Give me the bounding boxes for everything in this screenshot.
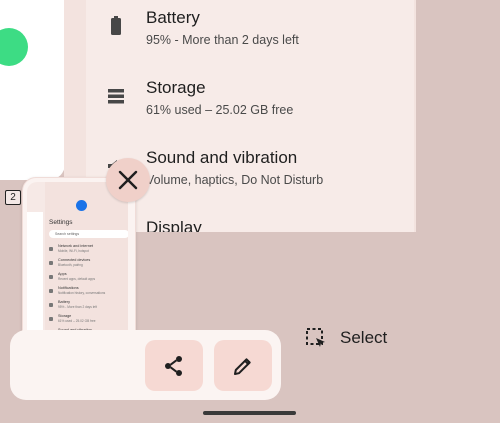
- recent-app-card-left[interactable]: [0, 0, 65, 180]
- thumbnail-item: Notifications Notification history, conve…: [49, 286, 128, 298]
- thumbnail-left-card: [27, 212, 43, 334]
- row-subtitle: 61% used – 25.02 GB free: [146, 103, 294, 117]
- settings-row-battery: Battery 95% - More than 2 days left: [86, 4, 416, 64]
- row-subtitle: 95% - More than 2 days left: [146, 33, 299, 47]
- row-title: Sound and vibration: [146, 148, 298, 167]
- thumbnail-item: Connected devices Bluetooth, pairing: [49, 258, 128, 270]
- close-icon: [118, 170, 138, 190]
- select-button[interactable]: Select: [304, 325, 387, 351]
- thumbnail-title: Settings: [49, 219, 73, 226]
- share-button[interactable]: [145, 340, 203, 391]
- row-subtitle: Volume, haptics, Do Not Disturb: [146, 173, 324, 187]
- thumbnail-item: Storage 61% used – 25.02 GB free: [49, 314, 128, 326]
- dismiss-screenshot-button[interactable]: [106, 158, 150, 202]
- thumbnail-search: Search settings: [49, 230, 128, 238]
- page-badge: 2: [5, 190, 21, 205]
- select-label: Select: [340, 328, 388, 347]
- gesture-home-bar[interactable]: [203, 411, 296, 415]
- settings-gear-icon: [76, 200, 87, 211]
- battery-icon: [111, 16, 121, 35]
- thumbnail-item: Network and internet Mobile, Wi-Fi, hotsp…: [49, 244, 128, 256]
- share-icon: [165, 355, 182, 376]
- storage-icon: [108, 89, 124, 104]
- settings-row-storage: Storage 61% used – 25.02 GB free: [86, 74, 416, 134]
- row-title: Battery: [146, 8, 200, 27]
- row-title: Storage: [146, 78, 206, 97]
- thumbnail-item: Battery 95% - More than 2 days left: [49, 300, 128, 312]
- thumbnail-item: Apps Recent apps, default apps: [49, 272, 128, 284]
- edit-icon: [234, 357, 251, 375]
- row-title: Display: [146, 218, 202, 232]
- select-area-icon: [306, 328, 325, 347]
- edit-button[interactable]: [214, 340, 272, 391]
